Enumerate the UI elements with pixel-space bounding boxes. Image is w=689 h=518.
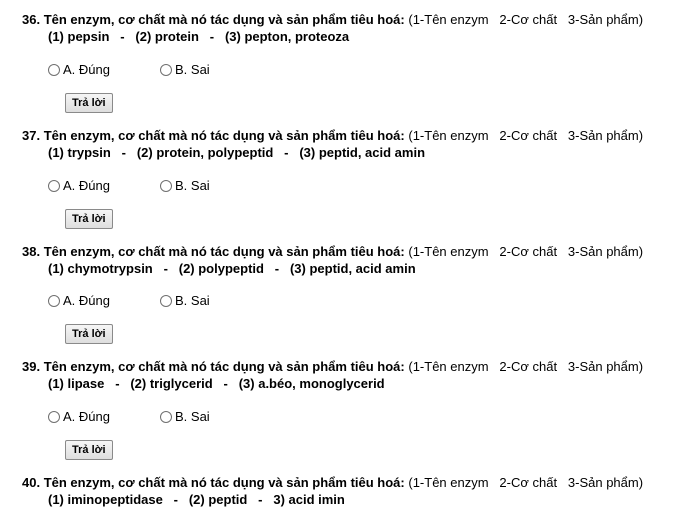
question-hint: (1-Tên enzym 2-Cơ chất 3-Sản phẩm) <box>408 128 644 143</box>
question-answer-line: (1) pepsin - (2) protein - (3) pepton, p… <box>48 29 350 44</box>
question-answer-line: (1) chymotrypsin - (2) polypeptid - (3) … <box>48 261 416 276</box>
question-number: 37. <box>22 128 41 143</box>
submit-answer-button[interactable]: Trả lời <box>65 440 113 460</box>
radio-circle-icon <box>160 63 172 76</box>
options-38: A. Đúng B. Sai <box>48 293 348 311</box>
question-stem: Tên enzym, cơ chất mà nó tác dụng và sản… <box>43 359 405 374</box>
option-b-label: B. Sai <box>175 178 210 193</box>
question-hint: (1-Tên enzym 2-Cơ chất 3-Sản phẩm) <box>408 475 644 490</box>
option-a-label: A. Đúng <box>63 62 110 77</box>
question-answer-line: (1) trypsin - (2) protein, polypeptid - … <box>48 145 426 160</box>
options-39: A. Đúng B. Sai <box>48 409 348 427</box>
question-answer-line: (1) iminopeptidase - (2) peptid - 3) aci… <box>48 492 345 507</box>
question-answer-line: (1) lipase - (2) triglycerid - (3) a.béo… <box>48 376 385 391</box>
option-b-radio[interactable]: B. Sai <box>160 409 210 424</box>
option-b-radio[interactable]: B. Sai <box>160 293 210 308</box>
option-a-label: A. Đúng <box>63 178 110 193</box>
option-b-radio[interactable]: B. Sai <box>160 62 210 77</box>
option-a-radio[interactable]: A. Đúng <box>48 293 110 308</box>
question-36: 36. Tên enzym, cơ chất mà nó tác dụng và… <box>22 11 682 45</box>
question-40: 40. Tên enzym, cơ chất mà nó tác dụng và… <box>22 474 682 508</box>
question-37: 37. Tên enzym, cơ chất mà nó tác dụng và… <box>22 127 682 161</box>
radio-circle-icon <box>160 410 172 423</box>
radio-circle-icon <box>48 410 60 423</box>
submit-answer-button[interactable]: Trả lời <box>65 93 113 113</box>
question-number: 40. <box>22 475 41 490</box>
question-stem: Tên enzym, cơ chất mà nó tác dụng và sản… <box>43 475 405 490</box>
option-a-radio[interactable]: A. Đúng <box>48 409 110 424</box>
radio-circle-icon <box>48 179 60 192</box>
option-a-radio[interactable]: A. Đúng <box>48 62 110 77</box>
question-stem: Tên enzym, cơ chất mà nó tác dụng và sản… <box>43 244 405 259</box>
option-a-label: A. Đúng <box>63 293 110 308</box>
radio-circle-icon <box>160 294 172 307</box>
options-36: A. Đúng B. Sai <box>48 62 348 80</box>
submit-answer-button[interactable]: Trả lời <box>65 324 113 344</box>
option-b-radio[interactable]: B. Sai <box>160 178 210 193</box>
option-b-label: B. Sai <box>175 62 210 77</box>
question-number: 38. <box>22 244 41 259</box>
question-number: 39. <box>22 359 41 374</box>
option-b-label: B. Sai <box>175 409 210 424</box>
question-hint: (1-Tên enzym 2-Cơ chất 3-Sản phẩm) <box>408 244 644 259</box>
submit-answer-button[interactable]: Trả lời <box>65 209 113 229</box>
option-b-label: B. Sai <box>175 293 210 308</box>
radio-circle-icon <box>48 294 60 307</box>
options-37: A. Đúng B. Sai <box>48 178 348 196</box>
option-a-radio[interactable]: A. Đúng <box>48 178 110 193</box>
question-hint: (1-Tên enzym 2-Cơ chất 3-Sản phẩm) <box>408 359 644 374</box>
option-a-label: A. Đúng <box>63 409 110 424</box>
radio-circle-icon <box>48 63 60 76</box>
question-stem: Tên enzym, cơ chất mà nó tác dụng và sản… <box>43 128 405 143</box>
question-hint: (1-Tên enzym 2-Cơ chất 3-Sản phẩm) <box>408 12 644 27</box>
question-39: 39. Tên enzym, cơ chất mà nó tác dụng và… <box>22 358 682 392</box>
question-38: 38. Tên enzym, cơ chất mà nó tác dụng và… <box>22 243 682 277</box>
question-number: 36. <box>22 12 41 27</box>
question-stem: Tên enzym, cơ chất mà nó tác dụng và sản… <box>43 12 405 27</box>
radio-circle-icon <box>160 179 172 192</box>
